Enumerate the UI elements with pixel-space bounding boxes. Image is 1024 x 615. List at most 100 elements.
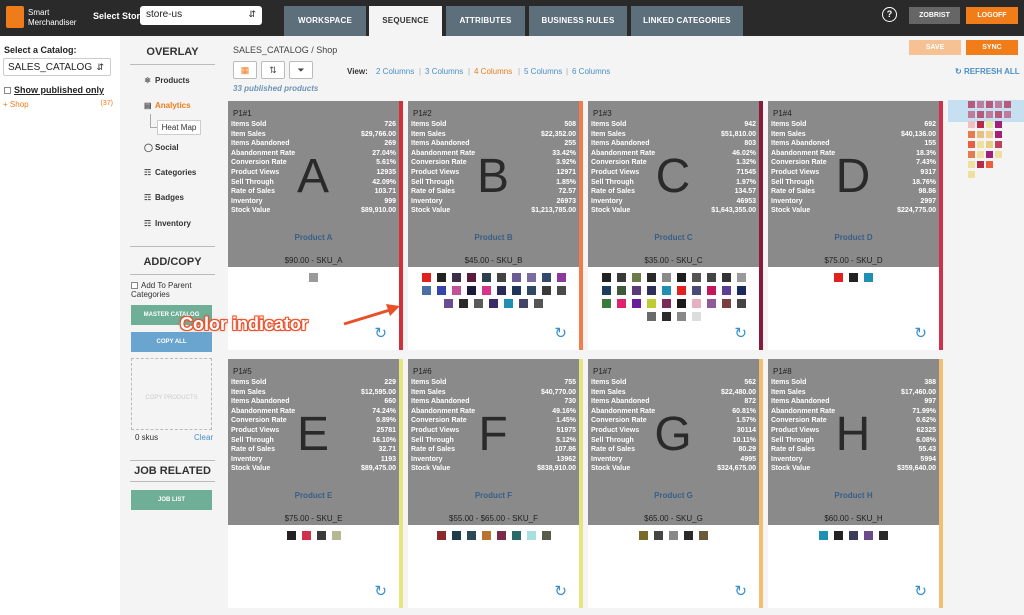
color-swatch[interactable] — [436, 273, 446, 282]
heatmap-cell[interactable] — [968, 121, 975, 128]
heatmap-button[interactable]: Heat Map — [157, 120, 201, 135]
product-card[interactable]: P1#4 D Items Sold 692 Item Sales $40,136.00 It… — [768, 101, 943, 350]
refresh-icon[interactable]: ↻ — [374, 582, 387, 600]
color-swatch[interactable] — [646, 312, 656, 321]
color-swatch[interactable] — [481, 286, 491, 295]
heatmap-cell[interactable] — [977, 141, 984, 148]
color-swatch[interactable] — [616, 286, 626, 295]
color-swatch[interactable] — [451, 531, 461, 540]
color-swatch[interactable] — [691, 273, 701, 282]
heatmap-cell[interactable] — [1004, 101, 1011, 108]
tab-attributes[interactable]: ATTRIBUTES — [446, 6, 525, 36]
heatmap-cell[interactable] — [977, 111, 984, 118]
sync-button[interactable]: SYNC — [966, 40, 1018, 55]
color-swatch[interactable] — [496, 531, 506, 540]
refresh-icon[interactable]: ↻ — [554, 324, 567, 342]
color-swatch[interactable] — [676, 299, 686, 308]
menu-social[interactable]: ◯ Social — [144, 143, 179, 152]
menu-products[interactable]: ⚛ Products — [144, 76, 190, 85]
color-swatch[interactable] — [541, 531, 551, 540]
job-list-button[interactable]: JOB LIST — [131, 490, 212, 510]
product-card[interactable]: P1#6 F Items Sold 755 Item Sales $40,770.00 It… — [408, 359, 583, 608]
color-swatch[interactable] — [481, 531, 491, 540]
add-to-parent-checkbox[interactable]: Add To Parent Categories — [131, 281, 215, 299]
color-swatch[interactable] — [849, 531, 858, 540]
product-name[interactable]: Product G — [588, 491, 759, 500]
columns-option-6[interactable]: 6 Columns — [572, 67, 610, 76]
menu-categories[interactable]: ☶ Categories — [144, 168, 196, 177]
color-swatch[interactable] — [661, 273, 671, 282]
color-swatch[interactable] — [691, 299, 701, 308]
color-swatch[interactable] — [451, 286, 461, 295]
heatmap-cell[interactable] — [968, 131, 975, 138]
product-card[interactable]: P1#7 G Items Sold 562 Item Sales $22,480.00 It… — [588, 359, 763, 608]
heatmap-cell[interactable] — [986, 161, 993, 168]
color-swatch[interactable] — [601, 273, 611, 282]
color-swatch[interactable] — [654, 531, 663, 540]
refresh-icon[interactable]: ↻ — [734, 582, 747, 600]
color-swatch[interactable] — [526, 273, 536, 282]
product-name[interactable]: Product H — [768, 491, 939, 500]
copy-products-dropzone[interactable]: COPY PRODUCTS — [131, 358, 212, 430]
columns-option-5[interactable]: 5 Columns — [524, 67, 562, 76]
tab-business-rules[interactable]: BUSINESS RULES — [529, 6, 627, 36]
heatmap-cell[interactable] — [968, 101, 975, 108]
color-swatch[interactable] — [526, 531, 536, 540]
product-name[interactable]: Product B — [408, 233, 579, 242]
heatmap-cell[interactable] — [968, 161, 975, 168]
color-swatch[interactable] — [736, 299, 746, 308]
color-swatch[interactable] — [639, 531, 648, 540]
clear-link[interactable]: Clear — [194, 433, 213, 442]
product-name[interactable]: Product D — [768, 233, 939, 242]
color-swatch[interactable] — [436, 531, 446, 540]
color-swatch[interactable] — [676, 273, 686, 282]
product-card[interactable]: P1#3 C Items Sold 942 Item Sales $51,810.00 It… — [588, 101, 763, 350]
color-swatch[interactable] — [834, 273, 843, 282]
tree-item-shop[interactable]: + Shop (37) — [3, 100, 113, 109]
color-swatch[interactable] — [511, 286, 521, 295]
app-logo[interactable]: Smart Merchandiser — [6, 6, 86, 32]
heatmap-cell[interactable] — [995, 101, 1002, 108]
color-swatch[interactable] — [466, 286, 476, 295]
color-swatch[interactable] — [556, 273, 566, 282]
product-card[interactable]: P1#2 B Items Sold 508 Item Sales $22,352.00 It… — [408, 101, 583, 350]
color-swatch[interactable] — [706, 286, 716, 295]
color-swatch[interactable] — [864, 531, 873, 540]
refresh-icon[interactable]: ↻ — [554, 582, 567, 600]
heatmap-cell[interactable] — [986, 101, 993, 108]
color-swatch[interactable] — [481, 273, 491, 282]
color-swatch[interactable] — [721, 286, 731, 295]
refresh-all-button[interactable]: ↻ REFRESH ALL — [955, 67, 1020, 76]
menu-badges[interactable]: ☶ Badges — [144, 193, 184, 202]
heatmap-cell[interactable] — [986, 111, 993, 118]
heatmap-cell[interactable] — [1004, 111, 1011, 118]
color-swatch[interactable] — [309, 273, 318, 282]
color-swatch[interactable] — [834, 531, 843, 540]
color-swatch[interactable] — [676, 312, 686, 321]
refresh-icon[interactable]: ↻ — [914, 582, 927, 600]
menu-inventory[interactable]: ☶ Inventory — [144, 219, 191, 228]
save-button[interactable]: SAVE — [909, 40, 961, 55]
expand-icon[interactable]: + — [3, 100, 10, 109]
product-name[interactable]: Product A — [228, 233, 399, 242]
color-swatch[interactable] — [706, 273, 716, 282]
heatmap-cell[interactable] — [995, 151, 1002, 158]
color-swatch[interactable] — [631, 286, 641, 295]
color-swatch[interactable] — [819, 531, 828, 540]
color-swatch[interactable] — [511, 273, 521, 282]
color-swatch[interactable] — [331, 531, 341, 540]
color-swatch[interactable] — [489, 299, 498, 308]
color-swatch[interactable] — [669, 531, 678, 540]
color-swatch[interactable] — [459, 299, 468, 308]
grid-view-button[interactable]: ▦ — [233, 61, 257, 79]
color-swatch[interactable] — [646, 273, 656, 282]
color-swatch[interactable] — [646, 299, 656, 308]
color-swatch[interactable] — [661, 312, 671, 321]
heatmap-cell[interactable] — [995, 111, 1002, 118]
heatmap-cell[interactable] — [995, 131, 1002, 138]
color-swatch[interactable] — [466, 273, 476, 282]
color-swatch[interactable] — [421, 286, 431, 295]
heatmap-cell[interactable] — [968, 171, 975, 178]
heatmap-cell[interactable] — [986, 121, 993, 128]
color-swatch[interactable] — [504, 299, 513, 308]
